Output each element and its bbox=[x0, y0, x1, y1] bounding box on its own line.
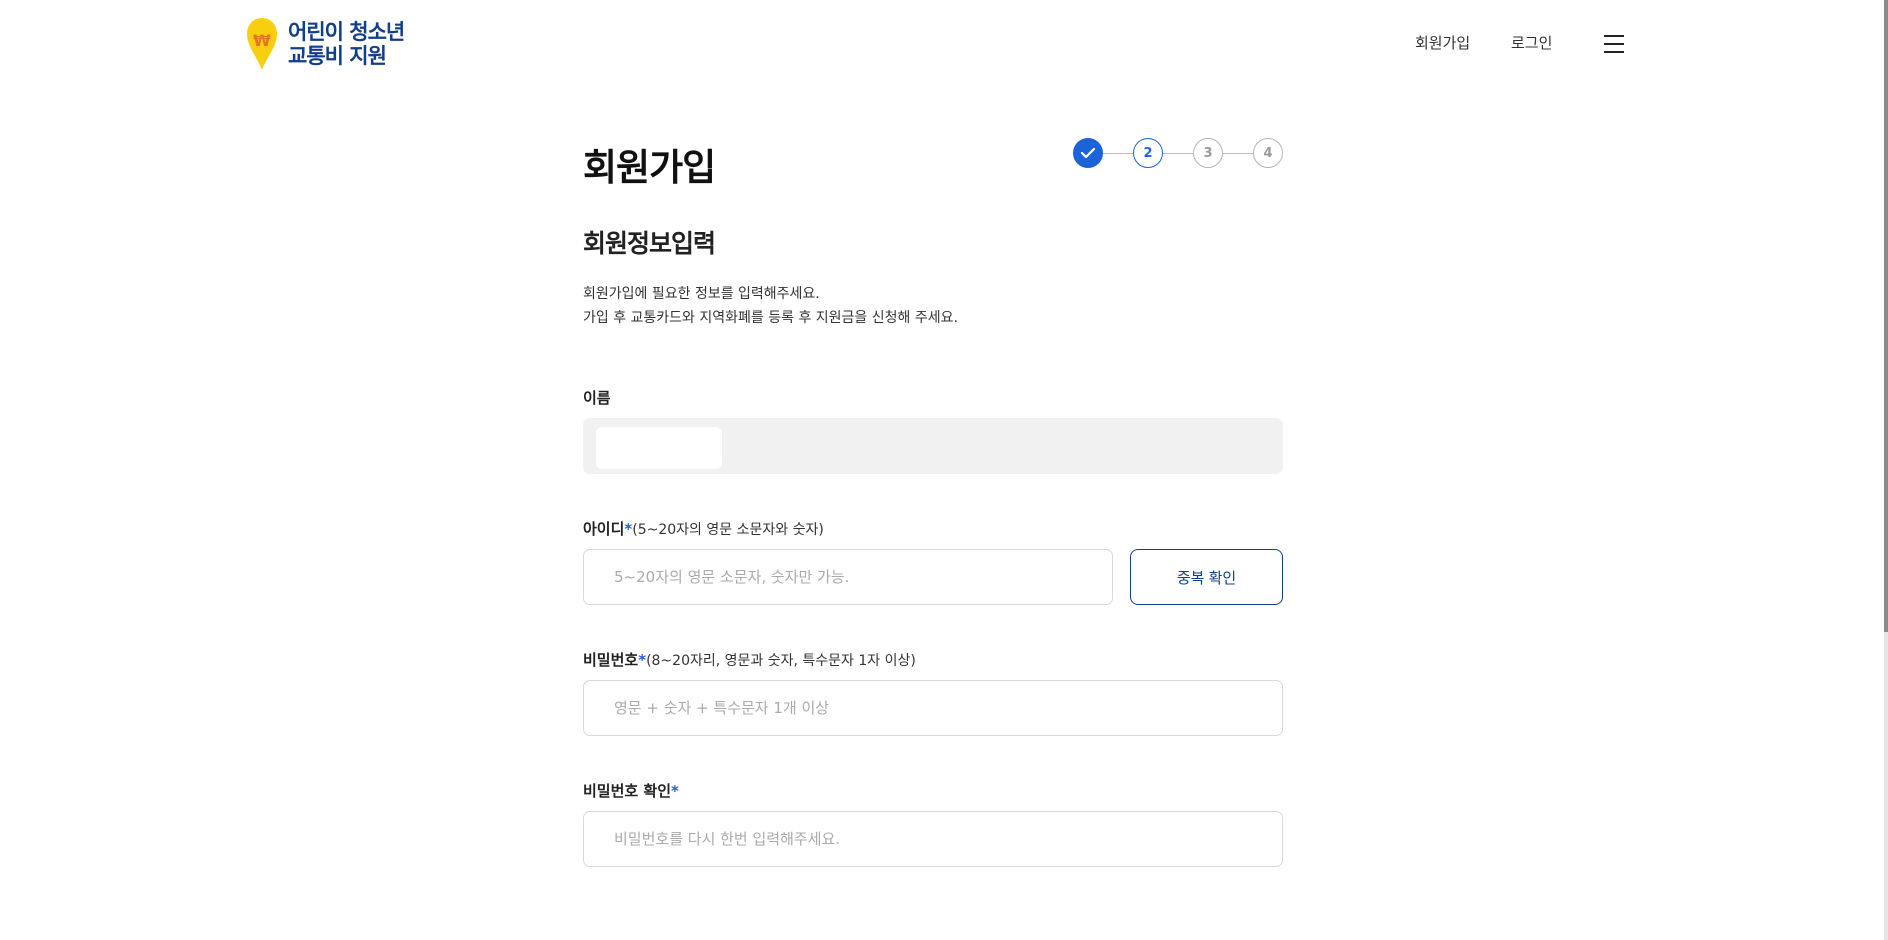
user-id-hint: (5~20자의 영문 소문자와 숫자) bbox=[632, 522, 824, 538]
check-icon bbox=[1080, 147, 1096, 159]
step-1-complete bbox=[1073, 138, 1103, 168]
password-input[interactable] bbox=[584, 681, 1282, 735]
user-id-field[interactable] bbox=[583, 549, 1113, 605]
password-confirm-label-text: 비밀번호 확인 bbox=[583, 782, 672, 800]
password-hint: (8~20자리, 영문과 숫자, 특수문자 1자 이상) bbox=[646, 653, 916, 669]
step-3: 3 bbox=[1193, 138, 1223, 168]
password-field[interactable] bbox=[583, 680, 1283, 736]
hamburger-menu-icon[interactable] bbox=[1604, 35, 1624, 53]
user-id-label: 아이디*(5~20자의 영문 소문자와 숫자) bbox=[583, 518, 824, 539]
site-logo[interactable]: ₩ 어린이 청소년 교통비 지원 bbox=[246, 16, 426, 72]
page-scrollbar[interactable] bbox=[1884, 0, 1888, 940]
nav-login-link[interactable]: 로그인 bbox=[1511, 32, 1552, 53]
logo-line-2: 교통비 지원 bbox=[288, 44, 387, 68]
section-title: 회원정보입력 bbox=[583, 229, 716, 258]
masked-name-value bbox=[596, 427, 722, 469]
page-title: 회원가입 bbox=[583, 146, 716, 189]
won-pin-icon: ₩ bbox=[247, 18, 277, 70]
duplicate-check-button[interactable]: 중복 확인 bbox=[1130, 549, 1283, 605]
password-confirm-input[interactable] bbox=[584, 812, 1282, 866]
signup-stepper: 2 3 4 bbox=[1073, 138, 1285, 170]
user-id-label-text: 아이디 bbox=[583, 520, 625, 538]
password-confirm-label: 비밀번호 확인* bbox=[583, 780, 679, 801]
password-label: 비밀번호*(8~20자리, 영문과 숫자, 특수문자 1자 이상) bbox=[583, 649, 916, 670]
name-label: 이름 bbox=[583, 389, 611, 407]
user-id-input[interactable] bbox=[584, 550, 1112, 604]
description-line-1: 회원가입에 필요한 정보를 입력해주세요. bbox=[583, 286, 820, 302]
svg-text:₩: ₩ bbox=[253, 31, 271, 50]
required-mark: * bbox=[671, 782, 679, 800]
password-confirm-field[interactable] bbox=[583, 811, 1283, 867]
description: 회원가입에 필요한 정보를 입력해주세요. 가입 후 교통카드와 지역화폐를 등… bbox=[583, 282, 958, 330]
nav-join-link[interactable]: 회원가입 bbox=[1415, 32, 1470, 53]
scrollbar-thumb[interactable] bbox=[1884, 0, 1888, 632]
step-4: 4 bbox=[1253, 138, 1283, 168]
logo-line-1: 어린이 청소년 bbox=[288, 20, 405, 44]
name-field bbox=[583, 418, 1283, 474]
description-line-2: 가입 후 교통카드와 지역화폐를 등록 후 지원금을 신청해 주세요. bbox=[583, 310, 958, 326]
required-mark: * bbox=[638, 651, 647, 669]
step-2-current: 2 bbox=[1133, 138, 1163, 168]
password-label-text: 비밀번호 bbox=[583, 651, 639, 669]
